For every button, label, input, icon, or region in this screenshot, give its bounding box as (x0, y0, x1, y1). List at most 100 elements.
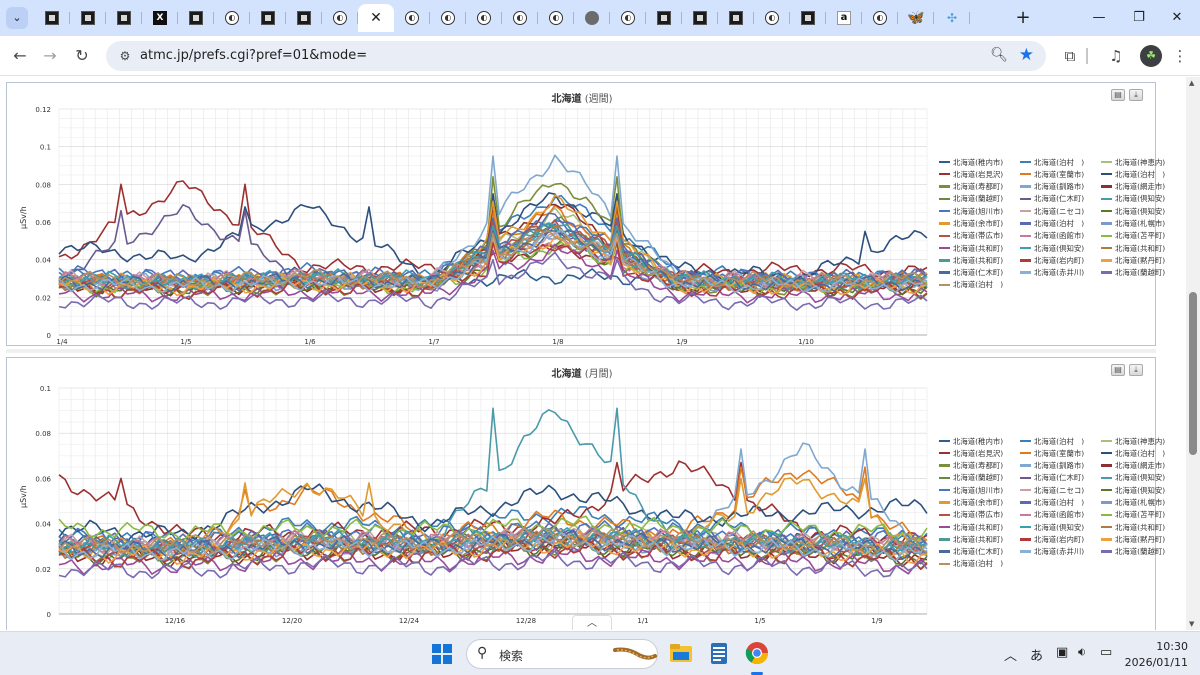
legend-item[interactable]: 北海道(寿都町) (939, 182, 1012, 192)
legend-item[interactable]: 北海道(寿都町) (939, 461, 1012, 471)
legend-item[interactable]: 北海道(余市町) (939, 497, 1012, 507)
legend-item[interactable]: 北海道(釧路市) (1020, 182, 1093, 192)
minimize-button[interactable]: — (1084, 6, 1114, 30)
browser-tab[interactable] (70, 4, 106, 32)
legend-item[interactable]: 北海道(釧路市) (1020, 461, 1093, 471)
legend-item[interactable]: 北海道(倶知安) (1101, 194, 1174, 204)
legend-item[interactable]: 北海道(泊村 ) (1101, 169, 1174, 179)
browser-tab[interactable]: X (142, 4, 178, 32)
show-hidden-icons-icon[interactable]: ︿ (1004, 645, 1017, 664)
browser-tab[interactable] (34, 4, 70, 32)
url-text[interactable]: atmc.jp/prefs.cgi?pref=01&mode= (140, 48, 367, 63)
legend-item[interactable]: 北海道(岩内町) (1020, 534, 1093, 544)
legend-item[interactable]: 北海道(泊村 ) (1020, 157, 1093, 167)
legend-item[interactable]: 北海道(泊村 ) (1020, 436, 1093, 446)
legend-item[interactable]: 北海道(泊村 ) (939, 559, 1012, 569)
browser-tab[interactable] (106, 4, 142, 32)
browser-tab[interactable]: ◐ (610, 4, 646, 32)
legend-item[interactable]: 北海道(蘭越町) (939, 194, 1012, 204)
browser-tab[interactable]: ✕ (358, 4, 394, 32)
legend-item[interactable]: 北海道(仁木町) (1020, 194, 1093, 204)
legend-item[interactable]: 北海道(仁木町) (939, 547, 1012, 557)
back-button[interactable]: ← (8, 44, 32, 68)
legend-item[interactable]: 北海道(泊村 ) (1020, 218, 1093, 228)
legend-item[interactable]: 北海道(苫平町) (1101, 510, 1174, 520)
network-icon[interactable]: ▣ (1056, 645, 1068, 660)
legend-item[interactable]: 北海道(赤井川) (1020, 547, 1093, 557)
browser-tab[interactable]: ◐ (502, 4, 538, 32)
legend-item[interactable]: 北海道(黙丹町) (1101, 255, 1174, 265)
legend-item[interactable]: 北海道(室蘭市) (1020, 169, 1093, 179)
browser-tab[interactable]: ◐ (466, 4, 502, 32)
browser-tab[interactable]: ◐ (754, 4, 790, 32)
legend-item[interactable]: 北海道(神恵内) (1101, 436, 1174, 446)
forward-button[interactable]: → (38, 44, 62, 68)
browser-tab[interactable]: ◐ (430, 4, 466, 32)
legend-item[interactable]: 北海道(稚内市) (939, 157, 1012, 167)
legend-item[interactable]: 北海道(旭川市) (939, 485, 1012, 495)
legend-item[interactable]: 北海道(岩見沢) (939, 448, 1012, 458)
legend-item[interactable]: 北海道(帯広市) (939, 510, 1012, 520)
browser-tab[interactable] (682, 4, 718, 32)
close-icon[interactable]: ✕ (370, 10, 382, 26)
legend-item[interactable]: 北海道(岩内町) (1020, 255, 1093, 265)
zoom-icon[interactable]: 🔍︎ (990, 47, 1008, 63)
legend-item[interactable]: 北海道(余市町) (939, 218, 1012, 228)
new-tab-button[interactable]: + (1012, 7, 1034, 29)
legend-item[interactable]: 北海道(共和町) (1101, 522, 1174, 532)
volume-icon[interactable]: 🔉︎ (1078, 645, 1086, 660)
browser-tab[interactable]: ◐ (862, 4, 898, 32)
legend-item[interactable]: 北海道(赤井川) (1020, 268, 1093, 278)
legend-item[interactable]: 北海道(蘭越町) (1101, 268, 1174, 278)
scroll-up-arrow-icon[interactable]: ▲ (1189, 79, 1194, 87)
legend-item[interactable]: 北海道(共和町) (1101, 243, 1174, 253)
scroll-down-arrow-icon[interactable]: ▼ (1189, 620, 1194, 628)
legend-item[interactable]: 北海道(倶知安) (1101, 206, 1174, 216)
legend-item[interactable]: 北海道(網走市) (1101, 182, 1174, 192)
legend-item[interactable]: 北海道(ニセコ) (1020, 206, 1093, 216)
legend-item[interactable]: 北海道(倶知安) (1020, 522, 1093, 532)
browser-tab[interactable] (646, 4, 682, 32)
legend-item[interactable]: 北海道(共和町) (939, 534, 1012, 544)
legend-item[interactable]: 北海道(室蘭市) (1020, 448, 1093, 458)
legend-item[interactable]: 北海道(倶知安) (1101, 485, 1174, 495)
chrome-menu-icon[interactable]: ⋮ (1168, 44, 1192, 68)
address-bar[interactable]: ⚙ atmc.jp/prefs.cgi?pref=01&mode= 🔍︎ ★ (106, 41, 1046, 71)
browser-tab[interactable] (286, 4, 322, 32)
legend-item[interactable]: 北海道(ニセコ) (1020, 485, 1093, 495)
browser-tab[interactable] (178, 4, 214, 32)
legend-item[interactable]: 北海道(神恵内) (1101, 157, 1174, 167)
ime-indicator[interactable]: あ (1030, 645, 1043, 664)
page-scrollbar[interactable]: ▲ ▼ (1186, 77, 1200, 630)
browser-tab[interactable]: ◐ (214, 4, 250, 32)
browser-tab[interactable]: ◐ (322, 4, 358, 32)
legend-item[interactable]: 北海道(仁木町) (1020, 473, 1093, 483)
legend-item[interactable]: 北海道(蘭越町) (1101, 547, 1174, 557)
browser-tab[interactable] (250, 4, 286, 32)
windows-start-button[interactable] (432, 644, 452, 664)
site-info-icon[interactable]: ⚙ (116, 47, 134, 65)
legend-item[interactable]: 北海道(仁木町) (939, 268, 1012, 278)
legend-item[interactable]: 北海道(稚内市) (939, 436, 1012, 446)
battery-icon[interactable]: ▭ (1100, 645, 1112, 660)
legend-item[interactable]: 北海道(泊村 ) (939, 280, 1012, 290)
legend-item[interactable]: 北海道(札幌市) (1101, 497, 1174, 507)
browser-tab[interactable] (790, 4, 826, 32)
legend-item[interactable]: 北海道(苫平町) (1101, 231, 1174, 241)
restore-button[interactable]: ❐ (1124, 6, 1154, 30)
scrollbar-thumb[interactable] (1189, 292, 1197, 455)
reload-button[interactable]: ↻ (70, 44, 94, 68)
legend-item[interactable]: 北海道(岩見沢) (939, 169, 1012, 179)
legend-item[interactable]: 北海道(蘭越町) (939, 473, 1012, 483)
legend-item[interactable]: 北海道(共和町) (939, 243, 1012, 253)
legend-item[interactable]: 北海道(黙丹町) (1101, 534, 1174, 544)
clock-date[interactable]: 2026/01/11 (1118, 656, 1188, 669)
browser-tab[interactable] (718, 4, 754, 32)
media-control-icon[interactable]: ♫ (1104, 44, 1128, 68)
legend-item[interactable]: 北海道(共和町) (939, 522, 1012, 532)
browser-tab[interactable]: a (826, 4, 862, 32)
browser-tab[interactable]: 🦋 (898, 4, 934, 32)
tab-search-button[interactable]: ⌄ (6, 7, 28, 29)
browser-tab[interactable]: ✣ (934, 4, 970, 32)
browser-tab[interactable]: ◐ (538, 4, 574, 32)
